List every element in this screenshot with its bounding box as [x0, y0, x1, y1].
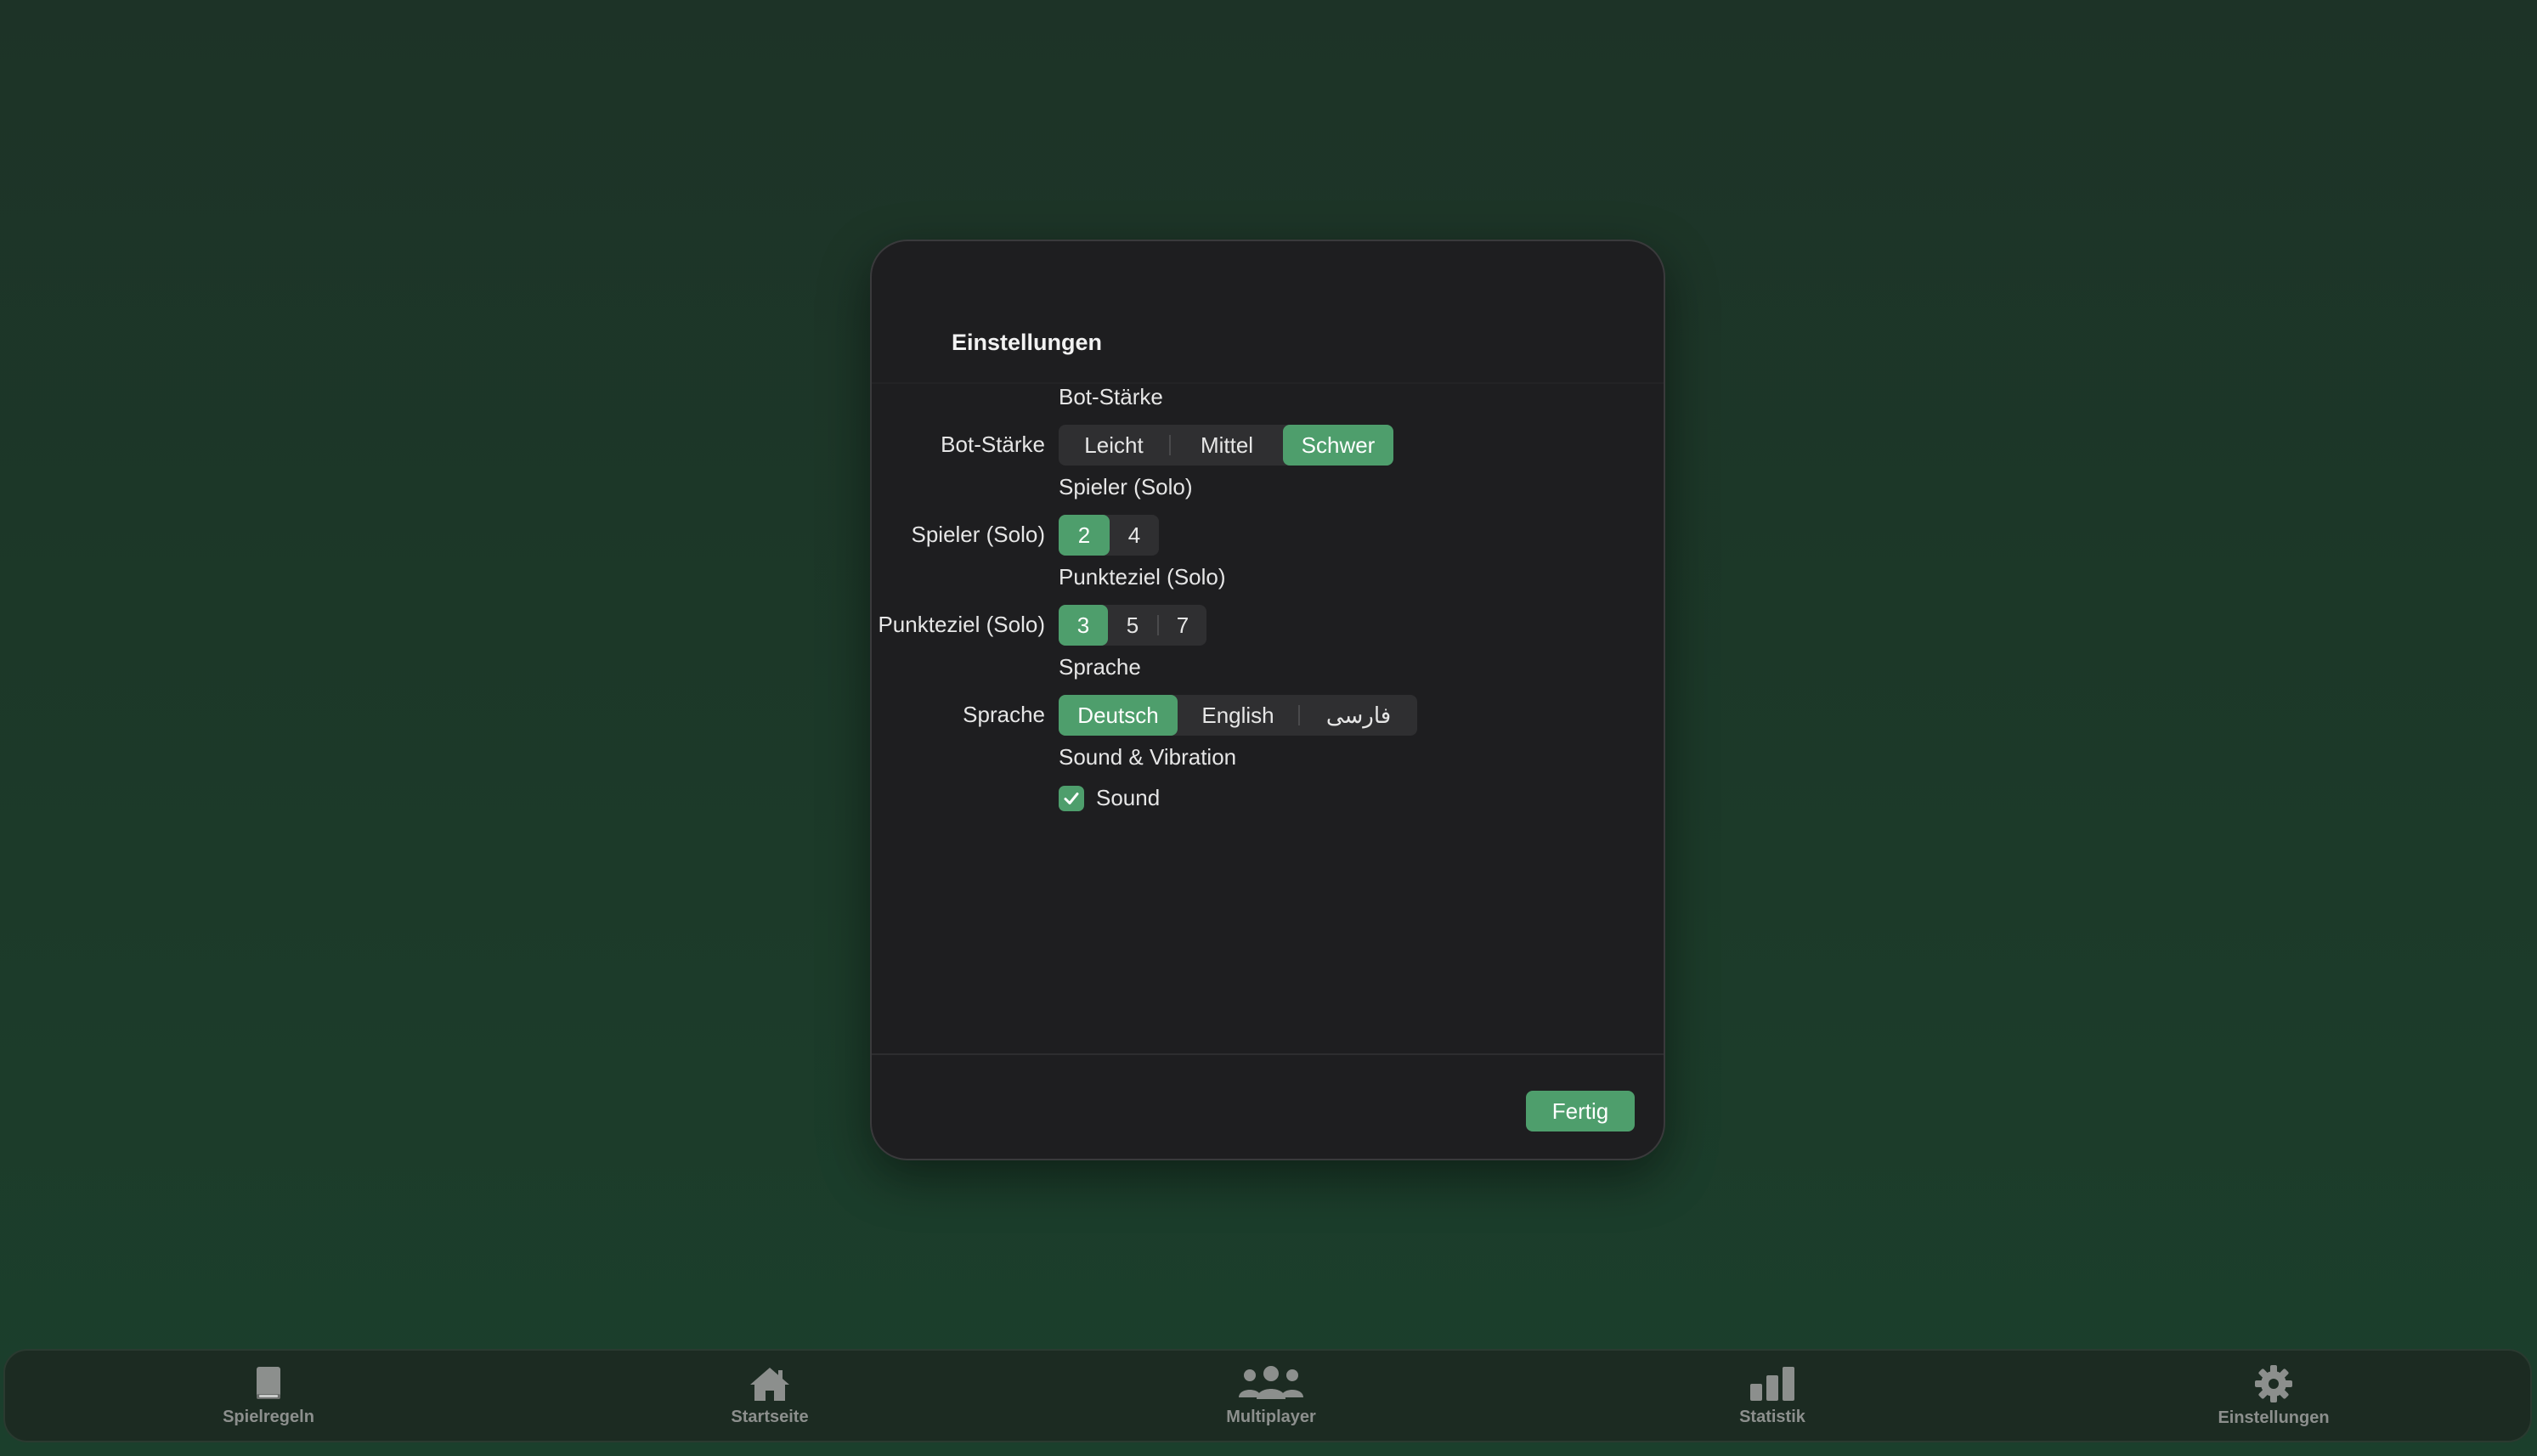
dialog-title: Einstellungen — [952, 330, 1103, 355]
checkmark-icon — [1064, 792, 1079, 804]
players-solo-label: Spieler (Solo) — [911, 522, 1045, 547]
bot-strength-label: Bot-Stärke — [941, 432, 1045, 457]
tab-label: Spielregeln — [223, 1407, 314, 1426]
title-divider — [872, 382, 1664, 384]
points-target-option-3[interactable]: 3 — [1059, 605, 1108, 646]
points-target-option-7[interactable]: 7 — [1159, 605, 1206, 646]
bot-strength-option-schwer[interactable]: Schwer — [1283, 425, 1393, 466]
bot-strength-heading: Bot-Stärke — [1059, 384, 1163, 409]
language-option-english[interactable]: English — [1178, 695, 1298, 736]
done-button[interactable]: Fertig — [1526, 1091, 1635, 1132]
players-solo-segmented-control[interactable]: 2 4 — [1059, 515, 1159, 556]
tab-label: Startseite — [731, 1407, 809, 1426]
sound-checkbox[interactable] — [1059, 785, 1084, 811]
players-solo-heading: Spieler (Solo) — [1059, 474, 1193, 499]
players-solo-option-2[interactable]: 2 — [1059, 515, 1110, 556]
tab-statistik[interactable]: Statistik — [1645, 1351, 1900, 1441]
language-segmented-control[interactable]: Deutsch English فارسی — [1059, 695, 1417, 736]
tab-label: Einstellungen — [2218, 1408, 2330, 1427]
language-option-farsi[interactable]: فارسی — [1300, 695, 1417, 736]
bot-strength-option-mittel[interactable]: Mittel — [1171, 425, 1283, 466]
tab-einstellungen[interactable]: Einstellungen — [2146, 1351, 2401, 1441]
bar-chart-icon — [1750, 1366, 1794, 1401]
gear-icon — [2255, 1364, 2292, 1402]
points-target-segmented-control[interactable]: 3 5 7 — [1059, 605, 1206, 646]
sound-vibration-heading: Sound & Vibration — [1059, 744, 1237, 770]
book-icon — [257, 1366, 280, 1399]
tab-label: Multiplayer — [1226, 1407, 1316, 1426]
language-label: Sprache — [963, 702, 1045, 727]
bottom-tab-bar: Spielregeln Startseite Multiplayer Stati… — [3, 1349, 2532, 1442]
language-heading: Sprache — [1059, 654, 1141, 680]
tab-startseite[interactable]: Startseite — [642, 1351, 897, 1441]
people-icon — [1239, 1365, 1303, 1399]
points-target-label: Punkteziel (Solo) — [878, 612, 1045, 637]
settings-dialog: Einstellungen Bot-Stärke Bot-Stärke Leic… — [870, 240, 1665, 1160]
tab-label: Statistik — [1739, 1407, 1805, 1426]
footer-divider — [872, 1053, 1664, 1055]
points-target-heading: Punkteziel (Solo) — [1059, 564, 1226, 590]
sound-checkbox-row[interactable]: Sound — [1059, 785, 1160, 811]
tab-spielregeln[interactable]: Spielregeln — [141, 1351, 396, 1441]
players-solo-option-4[interactable]: 4 — [1110, 515, 1159, 556]
points-target-option-5[interactable]: 5 — [1108, 605, 1157, 646]
sound-checkbox-label: Sound — [1096, 785, 1161, 810]
house-icon — [750, 1367, 789, 1401]
bot-strength-segmented-control[interactable]: Leicht Mittel Schwer — [1059, 425, 1393, 466]
bot-strength-option-leicht[interactable]: Leicht — [1059, 425, 1169, 466]
tab-multiplayer[interactable]: Multiplayer — [1144, 1351, 1398, 1441]
language-option-deutsch[interactable]: Deutsch — [1059, 695, 1178, 736]
